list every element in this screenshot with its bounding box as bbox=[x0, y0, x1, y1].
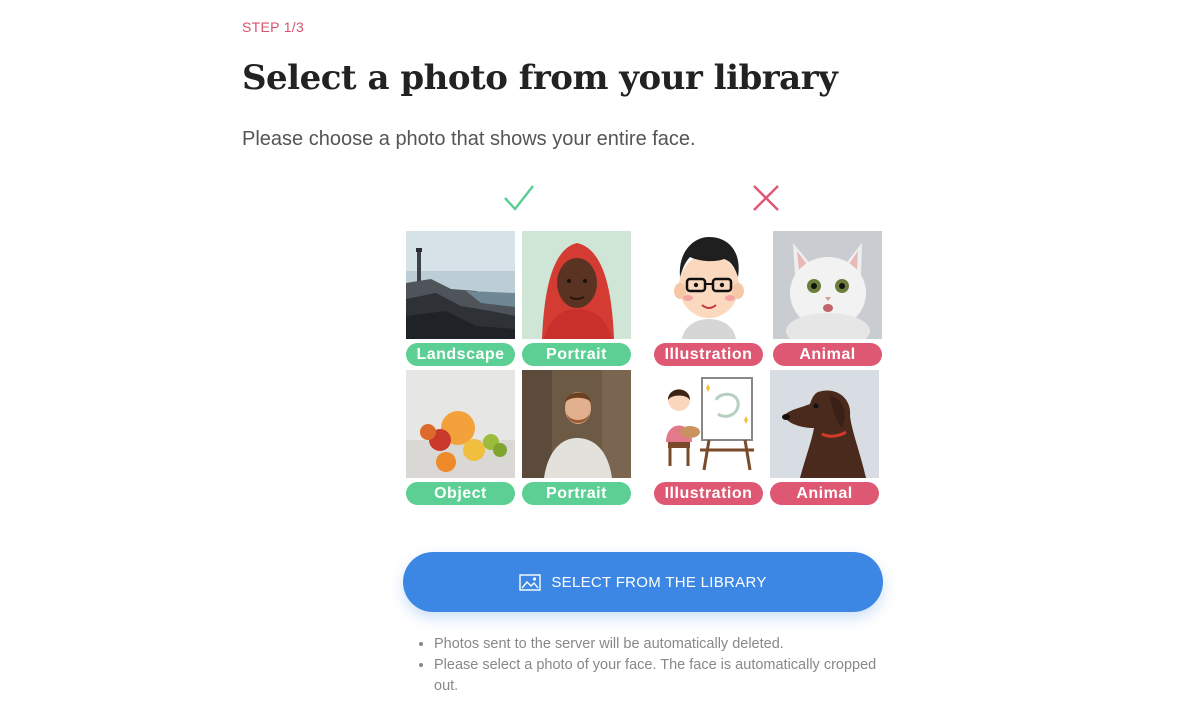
example-landscape: Landscape bbox=[406, 231, 515, 366]
object-image bbox=[406, 370, 515, 478]
note-item: Please select a photo of your face. The … bbox=[434, 655, 904, 697]
cat-image bbox=[773, 231, 882, 339]
select-from-library-label: SELECT FROM THE LIBRARY bbox=[551, 573, 767, 591]
page-title: Select a photo from your library bbox=[242, 58, 838, 98]
portrait-image bbox=[522, 370, 631, 478]
example-label: Portrait bbox=[522, 343, 631, 366]
example-illustration: Illustration bbox=[654, 370, 763, 505]
example-portrait: Portrait bbox=[522, 231, 631, 366]
example-label: Illustration bbox=[654, 482, 763, 505]
example-label: Animal bbox=[773, 343, 882, 366]
image-icon bbox=[519, 573, 542, 591]
step-indicator: STEP 1/3 bbox=[242, 19, 305, 35]
checkmark-icon bbox=[503, 183, 535, 213]
example-label: Illustration bbox=[654, 343, 763, 366]
illustration-image bbox=[654, 231, 763, 339]
portrait-image bbox=[522, 231, 631, 339]
example-animal: Animal bbox=[773, 231, 882, 366]
note-item: Photos sent to the server will be automa… bbox=[434, 634, 904, 655]
example-portrait: Portrait bbox=[522, 370, 631, 505]
dog-image bbox=[770, 370, 879, 478]
example-label: Animal bbox=[770, 482, 879, 505]
example-label: Object bbox=[406, 482, 515, 505]
cross-icon bbox=[751, 183, 781, 213]
example-animal: Animal bbox=[770, 370, 879, 505]
landscape-image bbox=[406, 231, 515, 339]
example-object: Object bbox=[406, 370, 515, 505]
notes-list: Photos sent to the server will be automa… bbox=[415, 634, 904, 697]
example-label: Portrait bbox=[522, 482, 631, 505]
illustration-image bbox=[654, 370, 763, 478]
select-from-library-button[interactable]: SELECT FROM THE LIBRARY bbox=[403, 552, 883, 612]
page-subtitle: Please choose a photo that shows your en… bbox=[242, 128, 696, 150]
example-illustration: Illustration bbox=[654, 231, 763, 366]
example-label: Landscape bbox=[406, 343, 515, 366]
